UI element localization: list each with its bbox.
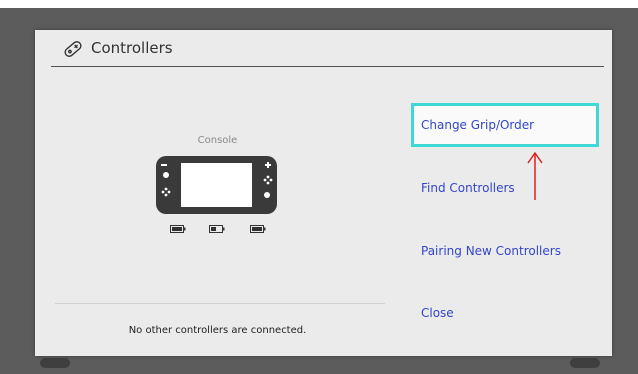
battery-half-icon (209, 225, 225, 233)
dialog-header: Controllers (35, 30, 612, 67)
background-shape (40, 358, 70, 368)
connection-status: No other controllers are connected. (128, 325, 307, 336)
background-screen: Controllers Console No other controllers… (0, 0, 638, 374)
switch-console-icon (156, 156, 277, 214)
battery-full-icon (250, 225, 266, 233)
status-divider (55, 303, 385, 304)
find-controllers-button[interactable]: Find Controllers (411, 166, 599, 210)
menu-pane: Change Grip/Order Find Controllers Pairi… (400, 67, 612, 356)
annotation-arrow-icon (527, 151, 543, 200)
change-grip-order-button[interactable]: Change Grip/Order (411, 103, 599, 147)
close-button[interactable]: Close (411, 291, 599, 335)
background-shape (570, 358, 600, 368)
battery-full-icon (170, 225, 186, 233)
pairing-new-controllers-button[interactable]: Pairing New Controllers (411, 229, 599, 273)
controllers-dialog: Controllers Console No other controllers… (35, 30, 612, 356)
controller-icon (64, 41, 82, 57)
console-label: Console (197, 135, 238, 146)
background-top-strip (0, 0, 638, 8)
console-pane: Console No other controllers are connect… (35, 67, 400, 356)
dialog-title: Controllers (91, 39, 173, 57)
